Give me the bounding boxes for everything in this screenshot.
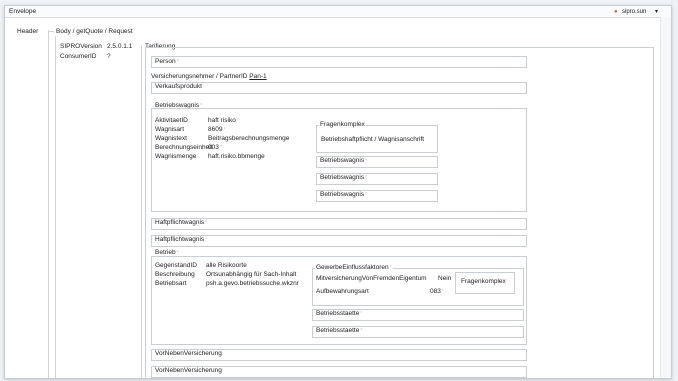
betriebswagnis-sub-2[interactable]: Betriebswagnis* (316, 173, 438, 185)
user-name[interactable]: sipro.sun (622, 8, 646, 16)
vornebenversicherung-1[interactable]: VorNebenVersicherung (151, 349, 527, 361)
betriebswagnis-sub-3-label: Betriebswagnis (320, 191, 365, 198)
wagnistext-value[interactable]: Beitragsberechnungsmenge (208, 135, 289, 143)
consumerid-label: ConsumerID (60, 53, 97, 60)
betriebswagnis-sub-2-label: Betriebswagnis (320, 174, 365, 181)
aktivitaetid-value[interactable]: haft risiko (208, 117, 236, 125)
vornebenversicherung-2[interactable]: VorNebenVersicherung (151, 366, 527, 378)
berechnungseinheit-label: Berechnungseinheit (155, 144, 213, 151)
tree-node-envelope[interactable]: Envelope (9, 8, 36, 16)
betriebsart-value[interactable]: psh.a.gevo.betriebssuche.wkznr (206, 280, 299, 288)
betriebsstaette-2[interactable]: Betriebsstaette* (312, 326, 524, 338)
gewerbe-title: GewerbeEinflussfaktoren* (315, 264, 393, 272)
tree-node-header[interactable]: Header (17, 28, 38, 36)
gegenstandid-value[interactable]: alle Risikoorte (206, 262, 247, 270)
betriebsstaette-1-label: Betriebsstaette (316, 310, 360, 317)
aktivitaetid-label: AktivitaetID (155, 117, 188, 124)
person-field[interactable]: Person* (151, 56, 527, 68)
fragenkomplex-button[interactable]: Fragenkomplex (455, 272, 515, 294)
fragenkomplex-item[interactable]: Betriebshaftpflicht / Wagnisanschrift (321, 136, 424, 144)
fragenkomplex-title[interactable]: Fragenkomplex (319, 121, 366, 129)
fragenkomplex-button-label: Fragenkomplex (461, 278, 506, 285)
haftpflichtwagnis-2[interactable]: Haftpflichtwagnis* (151, 235, 527, 247)
person-label: Person* (155, 58, 179, 65)
siproversion-label: SIPROVersion (60, 43, 102, 50)
wagnisart-value: 8609* (208, 126, 226, 133)
user-menu-chevron-down-icon[interactable]: ▾ (655, 8, 658, 16)
verkaufsprodukt-field[interactable]: Verkaufsprodukt (151, 82, 527, 94)
partner-link[interactable]: Pan-1 (249, 73, 266, 80)
beschreibung-label: Beschreibung (155, 271, 195, 278)
tree-connector (48, 30, 49, 378)
top-bar: Envelope ● sipro.sun ▾ (5, 6, 671, 18)
betriebswagnis-sub-3[interactable]: Betriebswagnis* (316, 190, 438, 202)
user-icon: ● (614, 9, 618, 15)
wagnismenge-value[interactable]: haft.risiko.bbmenge (208, 153, 265, 161)
aufbewahrungsart-value: 083* (430, 288, 444, 295)
betriebswagnis-sub-1-label: Betriebswagnis (320, 157, 365, 164)
versicherungsnehmer-label: Versicherungsnehmer / PartnerID Pan-1 (151, 73, 267, 80)
wagnisart-label: Wagnisart (155, 126, 185, 133)
consumerid-value[interactable]: ? (107, 53, 111, 61)
haftpflichtwagnis-1-label: Haftpflichtwagnis (155, 219, 205, 226)
betriebsart-label: Betriebsart (155, 280, 187, 287)
aufbewahrungsart-label: Aufbewahrungsart (316, 288, 369, 295)
vornebenversicherung-2-label: VorNebenVersicherung (155, 367, 222, 374)
haftpflichtwagnis-1[interactable]: Haftpflichtwagnis* (151, 218, 527, 230)
vertical-scrollbar[interactable] (660, 17, 671, 378)
vornebenversicherung-1-label: VorNebenVersicherung (155, 350, 222, 357)
gegenstandid-label: GegenstandID (155, 262, 197, 269)
siproversion-value[interactable]: 2.5.0.1.1 (107, 43, 132, 51)
tree-connector (48, 31, 54, 32)
mitversicherung-value[interactable]: Nein (438, 275, 451, 283)
haftpflichtwagnis-2-label: Haftpflichtwagnis (155, 236, 205, 243)
tree-connector (141, 46, 142, 378)
verkaufsprodukt-label: Verkaufsprodukt (155, 83, 202, 90)
betriebsstaette-2-label: Betriebsstaette (316, 327, 360, 334)
betriebsstaette-1[interactable]: Betriebsstaette* (312, 309, 524, 321)
tree-node-body[interactable]: Body / getQuote / Request (56, 28, 133, 36)
quote-request-page: Envelope ● sipro.sun ▾ Header Body / get… (4, 5, 672, 379)
tree-connector (55, 36, 56, 378)
berechnungseinheit-value: 003* (208, 144, 222, 151)
betriebswagnis-sub-1[interactable]: Betriebswagnis* (316, 156, 438, 168)
wagnismenge-label: Wagnismenge (155, 153, 197, 160)
beschreibung-value[interactable]: Ortsunabhängig für Sach-Inhalt (206, 271, 296, 279)
wagnistext-label: Wagnistext (155, 135, 187, 142)
mitversicherung-label: MitversicherungVonFremdenEigentum (316, 275, 427, 282)
